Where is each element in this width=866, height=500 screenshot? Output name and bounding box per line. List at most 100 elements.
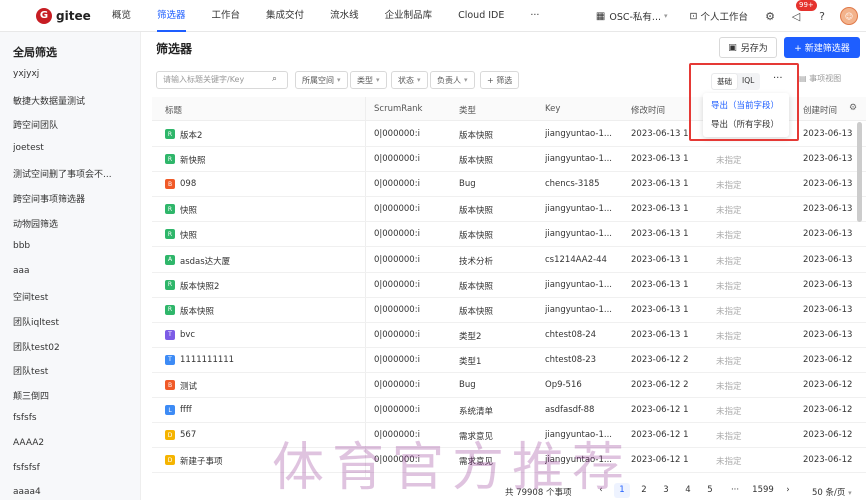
column-header-modified[interactable]: 修改时间 (631, 104, 665, 116)
sidebar-filter-item[interactable]: joetest (13, 143, 133, 153)
row-title[interactable]: 版本2 (180, 129, 360, 141)
filter-dropdown[interactable]: 状态 ▾ (391, 71, 428, 89)
sidebar-filter-item[interactable]: 团队test02 (13, 340, 133, 353)
row-created-time: 2023-06-13 (803, 329, 853, 340)
row-scrumrank: 0|000000:i (374, 279, 420, 290)
nav-item-5[interactable]: 企业制品库 (385, 0, 433, 32)
row-title[interactable]: 快照 (180, 229, 360, 241)
page-number[interactable]: 3 (658, 483, 674, 498)
prev-page-button[interactable]: ‹ (593, 483, 609, 498)
page-number[interactable]: 1599 (752, 483, 774, 498)
column-header-type[interactable]: 类型 (459, 104, 476, 116)
personal-workbench-link[interactable]: ⊡ 个人工作台 (690, 9, 748, 24)
search-input[interactable]: 请输入标题关键字/Key (156, 71, 288, 89)
sidebar-filter-item[interactable]: aaa (13, 266, 133, 276)
sidebar-filter-item[interactable]: AAAA2 (13, 438, 133, 448)
table-row[interactable]: R 版本快照 0|000000:i 版本快照 jiangyuntao-1... 2023-… (152, 298, 866, 323)
sidebar-filter-item[interactable]: 空间test (13, 290, 133, 303)
row-owner: 未指定 (716, 382, 742, 392)
row-type: Bug (459, 380, 476, 390)
more-options-button[interactable]: ··· (773, 73, 783, 84)
sidebar-filter-item[interactable]: 敏捷大数据量测试 (13, 94, 133, 107)
org-switcher[interactable]: ▦ OSC-私有... ▾ (596, 9, 668, 24)
sidebar-filter-item[interactable]: 跨空间事项筛选器 (13, 192, 133, 205)
sidebar-filter-item[interactable]: 颠三倒四 (13, 389, 133, 402)
help-icon[interactable]: ? (814, 8, 830, 24)
view-selector[interactable]: ▤ 事项视图 (799, 73, 841, 84)
column-header-key[interactable]: Key (545, 104, 560, 114)
save-as-button[interactable]: ▣ 另存为 (719, 37, 777, 58)
sidebar-filter-item[interactable]: fsfsfs (13, 413, 133, 423)
nav-item-1[interactable]: 筛选器 (157, 0, 186, 32)
export-all-fields[interactable]: 导出（所有字段） (711, 118, 779, 130)
nav-item-7[interactable]: ··· (530, 0, 539, 32)
page-number[interactable]: 4 (680, 483, 696, 498)
nav-item-3[interactable]: 集成交付 (266, 0, 304, 32)
table-row[interactable]: Aasdas达大厦 0|000000:i 技术分析 cs1214AA2-44 2023-… (152, 248, 866, 273)
page-number[interactable]: 5 (702, 483, 718, 498)
page-number[interactable]: ··· (727, 483, 743, 498)
column-header-created[interactable]: 创建时间 (803, 104, 837, 116)
toggle-iql[interactable]: IQL (737, 74, 759, 89)
row-title[interactable]: 1111111111 (180, 355, 360, 365)
nav-item-2[interactable]: 工作台 (212, 0, 241, 32)
table-row[interactable]: R 版本快照2 0|000000:i 版本快照 jiangyuntao-1... 2023… (152, 273, 866, 298)
page-size-select[interactable]: 50 条/页 ▾ (812, 486, 852, 498)
sidebar-filter-item[interactable]: fsfsfsf (13, 463, 133, 473)
page-number[interactable]: 2 (636, 483, 652, 498)
sidebar-filter-item[interactable]: bbb (13, 241, 133, 251)
row-title[interactable]: asdas达大厦 (180, 255, 360, 267)
nav-item-6[interactable]: Cloud IDE (458, 0, 504, 32)
table-row[interactable]: Tbvc 0|000000:i 类型2 chtest08-24 2023-06-13 1… (152, 323, 866, 348)
gitee-logo[interactable]: G gitee (36, 7, 112, 24)
table-row[interactable]: B 098 0|000000:i Bug chencs-3185 2023-06-13 1… (152, 172, 866, 198)
nav-item-4[interactable]: 流水线 (330, 0, 359, 32)
row-title[interactable]: 版本快照 (180, 305, 360, 317)
sidebar-filter-item[interactable]: 动物园筛选 (13, 217, 133, 230)
nav-item-0[interactable]: 概览 (112, 0, 131, 32)
column-settings-gear-icon[interactable]: ⚙ (849, 103, 857, 113)
table-row[interactable]: R 快照 0|000000:i 版本快照 jiangyuntao-1... 2023-06… (152, 222, 866, 248)
table-row[interactable]: R 快照 0|000000:i 版本快照 jiangyuntao-1... 2023-06… (152, 197, 866, 223)
filter-dropdown[interactable]: 类型 ▾ (350, 71, 387, 89)
add-filter-button[interactable]: + 筛选 (480, 71, 520, 89)
new-filter-button[interactable]: + 新建筛选器 (784, 37, 860, 58)
filter-dropdown[interactable]: 负责人 ▾ (430, 71, 475, 89)
table-row[interactable]: B 测试 0|000000:i Bug Op9-516 2023-06-12 2 未指定 20… (152, 373, 866, 398)
search-icon[interactable]: ⌕ (272, 74, 277, 84)
row-title[interactable]: 快照 (180, 204, 360, 216)
settings-gear-icon[interactable]: ⚙ (762, 8, 778, 24)
export-current-fields[interactable]: 导出（当前字段） (711, 99, 779, 111)
sidebar-filter-item[interactable]: 测试空间删了事项会不... (13, 167, 133, 180)
row-title[interactable]: 098 (180, 179, 360, 189)
row-title[interactable]: 版本快照2 (180, 280, 360, 292)
table-row[interactable]: R 新快照 0|000000:i 版本快照 jiangyuntao-1... 2023-0… (152, 147, 866, 173)
row-type: 版本快照 (459, 131, 494, 141)
sidebar-filter-item[interactable]: yxjyxj (13, 69, 133, 79)
sidebar-filter-item[interactable]: 跨空间团队 (13, 118, 133, 131)
sidebar-filter-item[interactable]: 团队test (13, 364, 133, 377)
row-title[interactable]: 测试 (180, 380, 360, 392)
table-row[interactable]: D 567 0|000000:i 需求意见 jiangyuntao-1... 2023-0… (152, 423, 866, 449)
table-row[interactable]: T 1111111111 0|000000:i 类型1 chtest08-23 2023-… (152, 348, 866, 373)
row-title[interactable]: 567 (180, 430, 360, 440)
next-page-button[interactable]: › (780, 483, 796, 498)
row-title[interactable]: bvc (180, 330, 360, 340)
notification-icon[interactable]: ◁ 99+ (788, 0, 817, 24)
column-header-scrumrank[interactable]: ScrumRank (374, 104, 422, 114)
row-title[interactable]: 新建子事项 (180, 455, 360, 467)
column-header-title[interactable]: 标题 (165, 104, 182, 116)
sidebar-filter-item[interactable]: 团队iqltest (13, 315, 133, 328)
toggle-basic[interactable]: 基础 (712, 74, 737, 89)
issue-type-icon: A (165, 254, 175, 265)
table-row[interactable]: Lffff 0|000000:i 系统清单 asdfasdf-88 2023-06-12… (152, 398, 866, 424)
row-title[interactable]: ffff (180, 405, 360, 415)
row-owner: 未指定 (716, 206, 742, 217)
row-title[interactable]: 新快照 (180, 154, 360, 166)
row-key: jiangyuntao-1... (545, 154, 612, 165)
table-scrollbar[interactable] (857, 122, 862, 222)
table-row[interactable]: D 新建子事项 0|000000:i 需求意见 jiangyuntao-1... 2023… (152, 448, 866, 474)
filter-dropdown[interactable]: 所属空间 ▾ (295, 71, 348, 89)
page-number[interactable]: 1 (614, 483, 630, 498)
user-avatar[interactable]: ☺ (840, 7, 858, 25)
